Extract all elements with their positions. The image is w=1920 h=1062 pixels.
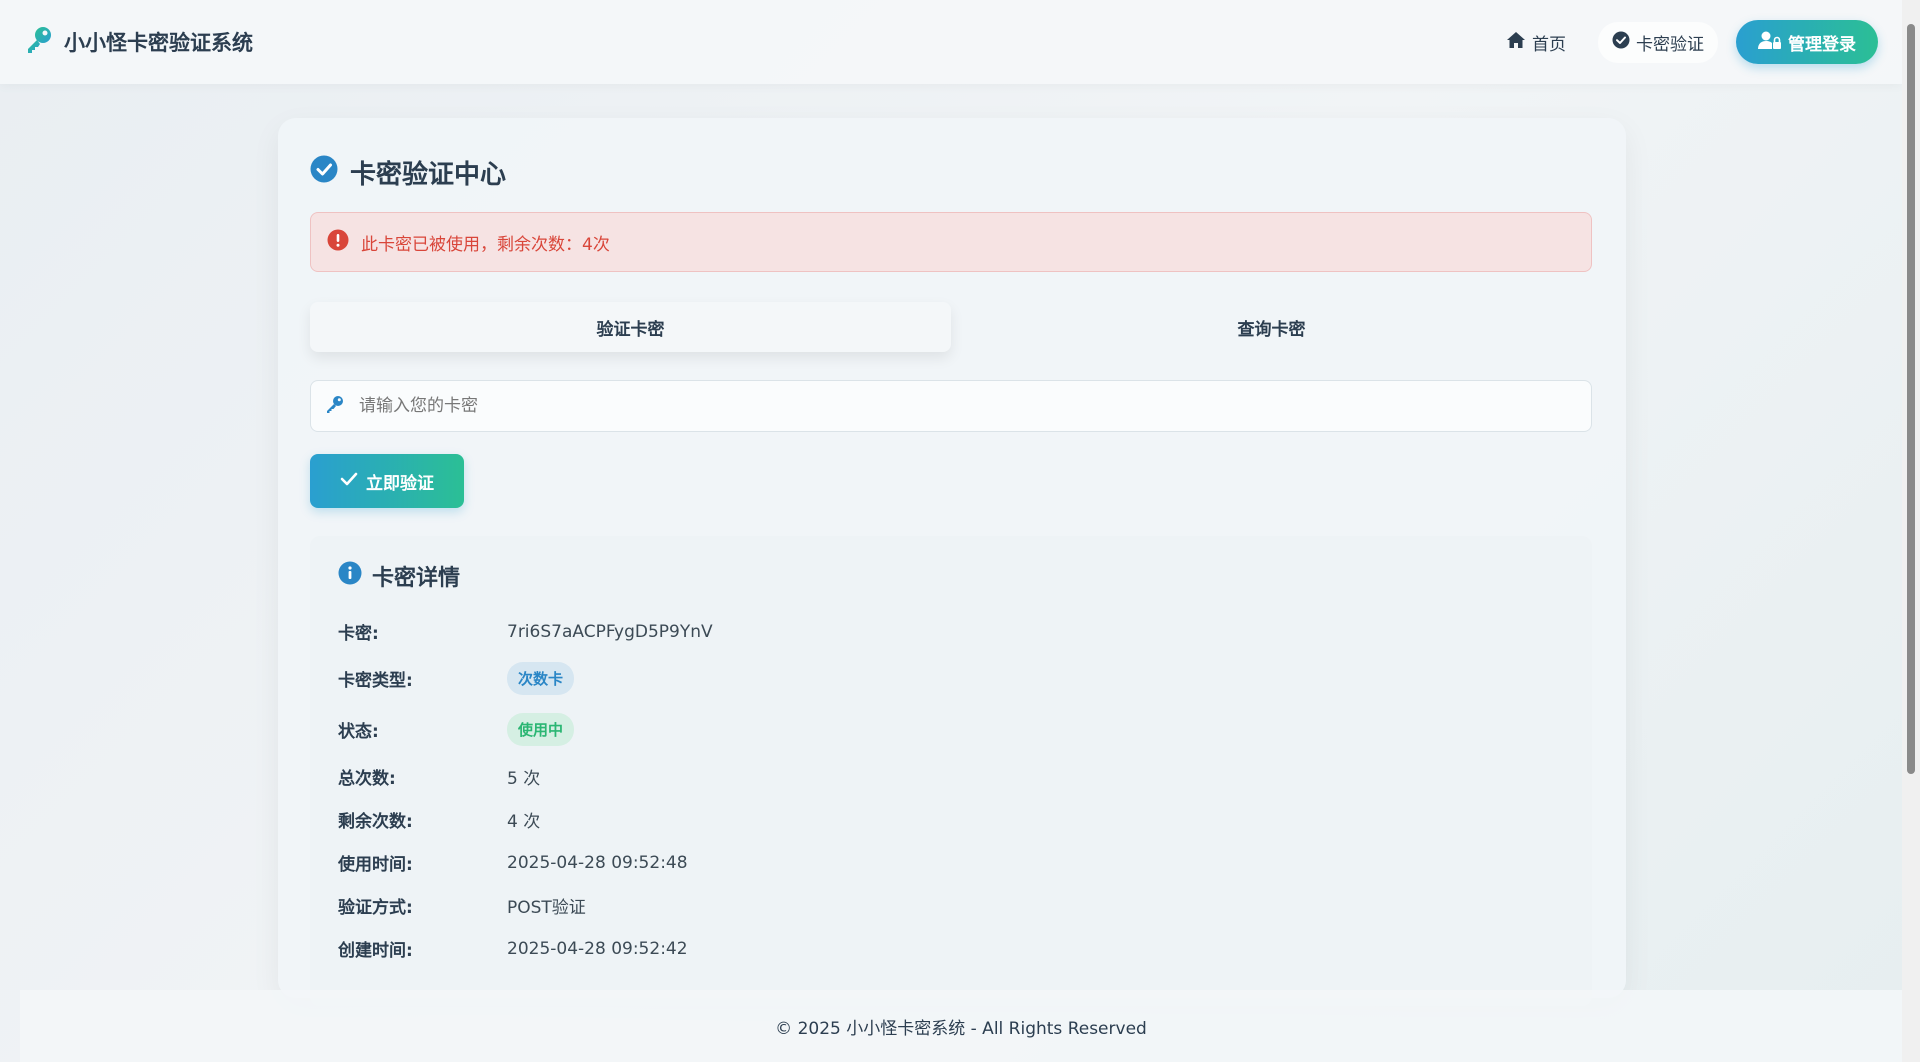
admin-login-button[interactable]: 管理登录	[1736, 20, 1878, 64]
scrollbar-thumb[interactable]	[1907, 24, 1915, 774]
detail-row-type: 卡密类型: 次数卡	[338, 653, 1564, 704]
verify-card: 卡密验证中心 此卡密已被使用，剩余次数：4次 验证卡密 查询卡密 请输入您的卡密…	[278, 118, 1626, 1006]
detail-label: 卡密:	[338, 624, 379, 644]
brand-title: 小小怪卡密验证系统	[64, 31, 253, 55]
check-icon	[340, 471, 358, 491]
detail-value-used-time: 2025-04-28 09:52:48	[507, 852, 688, 873]
brand[interactable]: 小小怪卡密验证系统	[24, 25, 253, 59]
detail-label: 卡密类型:	[338, 671, 413, 691]
detail-row-created: 创建时间: 2025-04-28 09:52:42	[338, 927, 1564, 970]
card-title-text: 卡密验证中心	[350, 160, 507, 190]
alert-message: 此卡密已被使用，剩余次数：4次	[361, 234, 610, 255]
nav-verify-link[interactable]: 卡密验证	[1598, 21, 1718, 63]
detail-label: 剩余次数:	[338, 812, 413, 832]
detail-label: 创建时间:	[338, 941, 413, 961]
check-circle-icon	[1612, 31, 1630, 54]
detail-label: 状态:	[338, 722, 379, 742]
user-lock-icon	[1758, 30, 1782, 55]
detail-label: 使用时间:	[338, 855, 413, 875]
exclamation-circle-icon	[327, 229, 349, 256]
detail-value-remaining: 4 次	[507, 812, 541, 832]
error-alert: 此卡密已被使用，剩余次数：4次	[310, 212, 1592, 272]
nav-home-label: 首页	[1532, 34, 1566, 55]
detail-row-remaining: 剩余次数: 4 次	[338, 798, 1564, 841]
home-icon	[1506, 31, 1526, 54]
check-circle-icon	[310, 155, 338, 190]
nav-home-link[interactable]: 首页	[1492, 22, 1580, 63]
details-title-text: 卡密详情	[372, 566, 461, 591]
detail-label: 总次数:	[338, 769, 396, 789]
key-icon	[325, 394, 345, 418]
navbar: 小小怪卡密验证系统 首页 卡密验证 管理登录	[0, 0, 1902, 84]
detail-value-created: 2025-04-28 09:52:42	[507, 938, 688, 959]
detail-value-method: POST验证	[507, 898, 586, 918]
status-badge: 使用中	[507, 713, 575, 746]
verify-now-label: 立即验证	[366, 473, 434, 494]
info-circle-icon	[338, 561, 362, 591]
card-title: 卡密验证中心	[310, 154, 506, 191]
detail-value-key: 7ri6S7aACPFygD5P9YnV	[507, 621, 713, 642]
card-type-badge: 次数卡	[507, 662, 575, 695]
detail-row-status: 状态: 使用中	[338, 704, 1564, 755]
admin-login-label: 管理登录	[1788, 34, 1856, 55]
verify-now-button[interactable]: 立即验证	[310, 454, 464, 508]
tab-verify[interactable]: 验证卡密	[310, 302, 951, 352]
detail-row-total: 总次数: 5 次	[338, 755, 1564, 798]
detail-value-total: 5 次	[507, 769, 541, 789]
details-title: 卡密详情	[338, 560, 1564, 592]
card-key-field	[310, 380, 1592, 432]
tabs: 验证卡密 查询卡密	[310, 302, 1592, 352]
tab-query[interactable]: 查询卡密	[951, 302, 1592, 352]
key-icon	[24, 25, 54, 59]
card-details-panel: 卡密详情 卡密: 7ri6S7aACPFygD5P9YnV 卡密类型: 次数卡 …	[310, 536, 1592, 1006]
footer: © 2025 小小怪卡密系统 - All Rights Reserved	[20, 990, 1902, 1062]
footer-text: © 2025 小小怪卡密系统 - All Rights Reserved	[775, 1018, 1147, 1039]
detail-row-key: 卡密: 7ri6S7aACPFygD5P9YnV	[338, 610, 1564, 653]
detail-row-method: 验证方式: POST验证	[338, 884, 1564, 927]
detail-label: 验证方式:	[338, 898, 413, 918]
nav-verify-label: 卡密验证	[1636, 34, 1704, 55]
detail-row-used-time: 使用时间: 2025-04-28 09:52:48	[338, 841, 1564, 884]
card-key-input[interactable]	[359, 396, 1577, 416]
